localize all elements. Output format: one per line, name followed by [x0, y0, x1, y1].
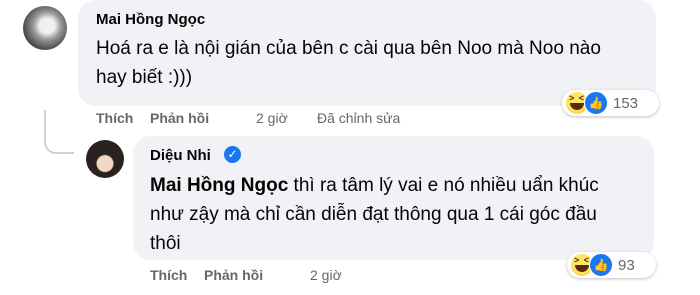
- reply-thread-line: [44, 110, 74, 154]
- avatar[interactable]: [23, 6, 67, 50]
- comment-text: Hoá ra e là nội gián của bên c cài qua b…: [96, 38, 601, 88]
- like-button[interactable]: Thích: [96, 110, 133, 126]
- comment-author[interactable]: Mai Hồng Ngọc: [96, 11, 205, 28]
- reaction-count: 153: [613, 94, 639, 112]
- edited-label[interactable]: Đã chỉnh sửa: [317, 110, 400, 126]
- verified-badge-icon: ✓: [224, 146, 241, 163]
- reply-button[interactable]: Phản hồi: [150, 110, 209, 126]
- timestamp[interactable]: 2 giờ: [310, 267, 342, 283]
- mention-link[interactable]: Mai Hồng Ngọc: [150, 175, 288, 196]
- like-button[interactable]: Thích: [150, 267, 187, 283]
- reply-button[interactable]: Phản hồi: [204, 267, 263, 283]
- like-icon: 👍: [589, 253, 613, 277]
- avatar[interactable]: [86, 140, 124, 178]
- timestamp[interactable]: 2 giờ: [256, 110, 288, 126]
- reaction-count: 93: [618, 256, 635, 274]
- comment-text: Mai Hồng Ngọc thì ra tâm lý vai e nó nhi…: [150, 171, 610, 258]
- reaction-summary[interactable]: 👍 153: [562, 90, 659, 116]
- comment-author[interactable]: Diệu Nhi: [150, 147, 211, 164]
- like-icon: 👍: [584, 91, 608, 115]
- reaction-summary[interactable]: 👍 93: [567, 252, 656, 278]
